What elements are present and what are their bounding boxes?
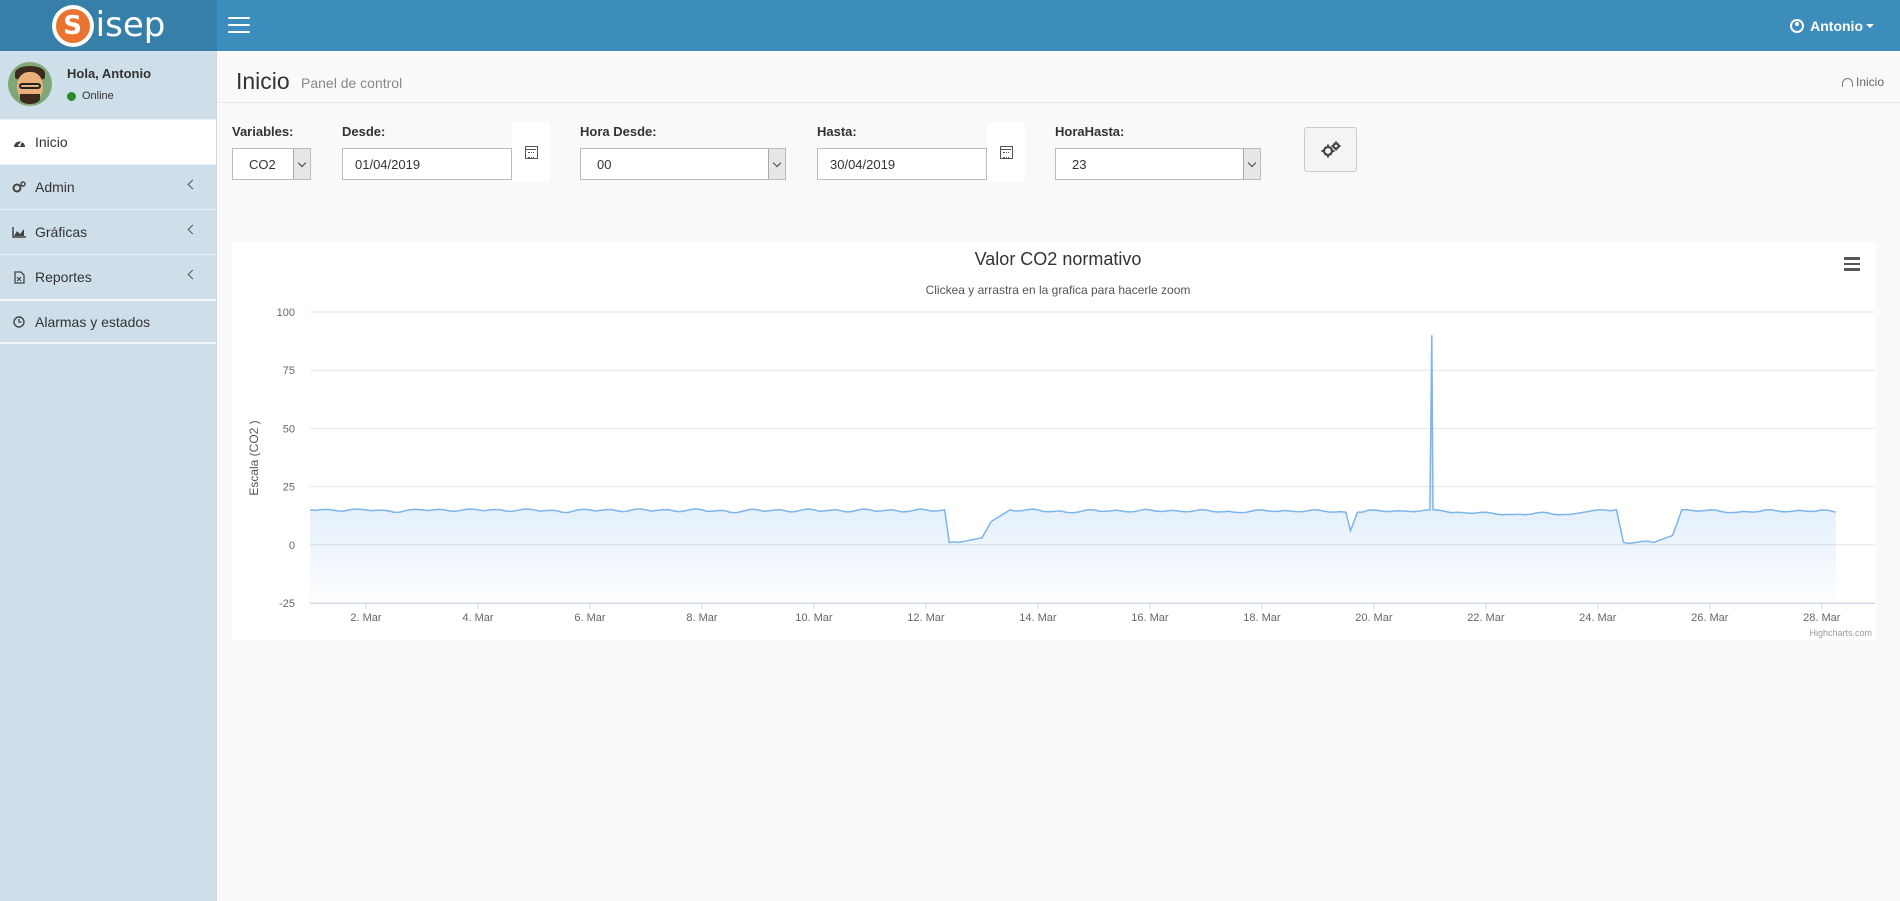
hasta-date-value: 30/04/2019 xyxy=(830,156,896,172)
desde-label: Desde: xyxy=(342,124,386,139)
hora-hasta-select-value: 23 xyxy=(1072,156,1087,172)
desde-date-value: 01/04/2019 xyxy=(355,156,421,172)
apply-filters-button[interactable] xyxy=(1304,127,1357,172)
user-status-label: Online xyxy=(82,90,114,102)
top-navbar: S isep Antonio xyxy=(0,0,1900,51)
x-tick-label: 22. Mar xyxy=(1467,612,1505,624)
sidebar-item-reportes[interactable]: Reportes xyxy=(0,254,216,299)
calendar-icon xyxy=(524,145,538,159)
breadcrumb[interactable]: Inicio xyxy=(1841,75,1884,89)
sidebar-item-label: Reportes xyxy=(35,269,92,285)
user-circle-icon xyxy=(1790,18,1805,33)
sidebar-item-graficas[interactable]: Gráficas xyxy=(0,209,216,254)
hora-hasta-label: HoraHasta: xyxy=(1055,124,1125,139)
chevron-left-icon xyxy=(187,179,198,190)
clock-icon xyxy=(12,315,26,329)
sidebar-item-label: Inicio xyxy=(35,134,68,150)
sidebar-item-label: Admin xyxy=(35,179,75,195)
hora-desde-select-value: 00 xyxy=(597,156,612,172)
chevron-left-icon xyxy=(187,224,198,235)
sidebar-item-alarmas[interactable]: Alarmas y estados xyxy=(0,299,216,344)
x-tick-label: 2. Mar xyxy=(350,612,382,624)
chart-context-menu-icon[interactable] xyxy=(1844,257,1860,271)
variables-select-value: CO2 xyxy=(249,156,276,172)
hasta-date-input[interactable]: 30/04/2019 xyxy=(817,148,987,180)
sidebar-item-label: Gráficas xyxy=(35,224,88,240)
y-tick-label: -25 xyxy=(279,598,295,610)
co2-chart[interactable]: -25 0 25 50 75 100 2. Mar 4. Mar 6. Mar 8. Mar 10.… xyxy=(232,242,1876,640)
gears-icon xyxy=(12,180,26,194)
chart-credits[interactable]: Highcharts.com xyxy=(1809,628,1872,638)
logo-letter: S xyxy=(55,8,90,43)
sidebar-item-admin[interactable]: Admin xyxy=(0,164,216,209)
user-menu-label: Antonio xyxy=(1810,17,1863,34)
x-tick-label: 26. Mar xyxy=(1691,612,1729,624)
logo[interactable]: S isep xyxy=(0,0,217,51)
gears-icon xyxy=(1321,141,1340,157)
x-tick-label: 8. Mar xyxy=(686,612,718,624)
dashboard-icon xyxy=(1841,77,1853,87)
chevron-down-icon xyxy=(768,149,785,179)
sidebar: Hola, Antonio Online Inicio Admin Gráfic… xyxy=(0,51,217,901)
hasta-label: Hasta: xyxy=(817,124,857,139)
hora-hasta-select[interactable]: 23 xyxy=(1055,148,1261,180)
x-tick-label: 10. Mar xyxy=(795,612,833,624)
calendar-icon xyxy=(999,145,1013,159)
area-chart-icon xyxy=(12,225,26,239)
page-title: Inicio xyxy=(236,68,290,94)
desde-calendar-button[interactable] xyxy=(512,123,550,181)
x-tick-label: 6. Mar xyxy=(574,612,606,624)
hora-desde-label: Hora Desde: xyxy=(580,124,657,139)
avatar xyxy=(8,62,52,106)
user-menu[interactable]: Antonio xyxy=(1790,0,1874,51)
x-tick-label: 14. Mar xyxy=(1019,612,1057,624)
file-excel-icon xyxy=(12,270,26,284)
x-tick-label: 20. Mar xyxy=(1355,612,1393,624)
sidebar-item-label: Alarmas y estados xyxy=(35,313,151,330)
content-header: Inicio Panel de control Inicio xyxy=(218,51,1900,103)
sidebar-menu: Inicio Admin Gráficas Reportes Alarmas y… xyxy=(0,119,216,344)
desde-date-input[interactable]: 01/04/2019 xyxy=(342,148,512,180)
chevron-down-icon xyxy=(1243,149,1260,179)
breadcrumb-label: Inicio xyxy=(1855,75,1884,89)
x-tick-label: 12. Mar xyxy=(907,612,945,624)
y-tick-label: 0 xyxy=(289,540,295,552)
page-subtitle: Panel de control xyxy=(301,75,403,91)
y-tick-label: 50 xyxy=(283,423,295,435)
chevron-down-icon xyxy=(293,149,310,179)
variables-select[interactable]: CO2 xyxy=(232,148,311,180)
variables-label: Variables: xyxy=(232,124,294,139)
x-tick-label: 24. Mar xyxy=(1579,612,1617,624)
online-dot-icon xyxy=(67,91,76,101)
y-axis-title: Escala (CO2 ) xyxy=(247,420,261,495)
dashboard-icon xyxy=(12,135,26,149)
y-tick-label: 100 xyxy=(277,307,295,319)
logo-mark-icon: S xyxy=(51,4,94,47)
chart-title: Valor CO2 normativo xyxy=(975,249,1142,269)
x-tick-label: 28. Mar xyxy=(1803,612,1841,624)
hasta-calendar-button[interactable] xyxy=(987,123,1025,181)
user-greeting: Hola, Antonio xyxy=(67,66,152,81)
caret-down-icon xyxy=(1866,23,1874,28)
x-tick-label: 18. Mar xyxy=(1243,612,1281,624)
user-panel: Hola, Antonio Online xyxy=(0,51,216,119)
chevron-left-icon xyxy=(187,269,198,280)
x-tick-label: 4. Mar xyxy=(462,612,494,624)
series-area xyxy=(310,335,1836,603)
x-tick-label: 16. Mar xyxy=(1131,612,1169,624)
sidebar-item-inicio[interactable]: Inicio xyxy=(0,119,216,164)
y-tick-label: 75 xyxy=(283,365,295,377)
logo-text: isep xyxy=(95,5,166,45)
hora-desde-select[interactable]: 00 xyxy=(580,148,786,180)
user-status: Online xyxy=(67,90,114,102)
hamburger-icon[interactable] xyxy=(228,17,250,33)
chart-container[interactable]: -25 0 25 50 75 100 2. Mar 4. Mar 6. Mar 8. Mar 10.… xyxy=(232,242,1876,640)
y-tick-label: 25 xyxy=(283,482,295,494)
chart-subtitle: Clickea y arrastra en la grafica para ha… xyxy=(926,283,1191,297)
